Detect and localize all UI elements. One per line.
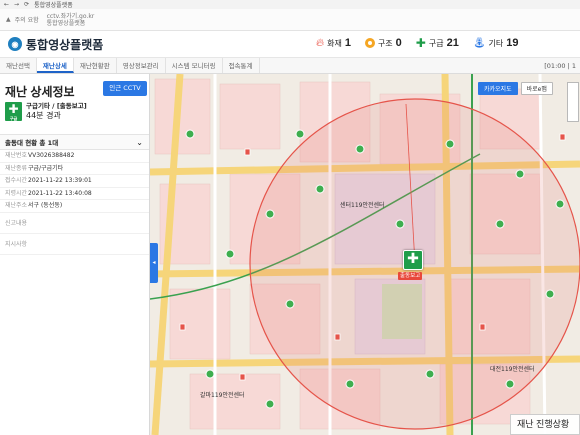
browser-tab-bar: ← → ⟳ 통합영상플랫폼 (0, 0, 580, 9)
elapsed-time: 44분 경과 (26, 111, 61, 120)
app-logo[interactable]: ◉ 통합영상플랫폼 (8, 36, 103, 53)
map-view[interactable]: 센터119안전센터 대전119안전센터 갈마119안전센터 (150, 74, 580, 435)
info-row-type: 재난종류 구급/구급기타 (0, 163, 149, 175)
logo-icon: ◉ (8, 37, 22, 51)
disaster-progress-panel[interactable]: 재난 진행상황 (510, 414, 580, 435)
panel-title: 재난 상세정보 (5, 85, 75, 99)
app-name: 통합영상플랫폼 (26, 37, 104, 52)
url-text[interactable]: cctv.좌가기.go.kr 통합영상플랫폼 (47, 13, 95, 27)
tab-disaster-detail[interactable]: 재난상세 (36, 58, 74, 73)
ems-cross-icon: ✚ 구급 (5, 102, 22, 121)
cross-icon: ✚ (415, 36, 426, 50)
dispatch-status-toggle[interactable]: 출동대 현황 총 1대 ⌄ (0, 134, 149, 150)
fire-icon: 🔥︎ (316, 36, 325, 49)
incident-location-marker[interactable]: ✚ (403, 250, 423, 270)
stat-other[interactable]: ⛲︎ 기타 19 (473, 37, 519, 49)
forward-icon[interactable]: → (14, 1, 19, 8)
info-row-instructions: 지시사항 (0, 234, 149, 255)
incident-marker-label: 출동보고 (398, 272, 423, 280)
place-label: 대전119안전센터 (490, 366, 535, 373)
info-row-address: 재난주소 서구 (동선동) (0, 200, 149, 213)
info-row-number: 재난번호 VV3026388482 (0, 150, 149, 163)
map-type-kakao-button[interactable]: 카카오지도 (478, 82, 518, 95)
tab-system-monitoring[interactable]: 시스템 모니터링 (166, 58, 223, 73)
stat-rescue[interactable]: 구조 0 (364, 37, 402, 49)
info-row-ordered: 지령시간 2021-11-22 13:40:08 (0, 188, 149, 200)
warning-icon: ▲ (6, 16, 11, 23)
info-row-received: 접수시간 2021-11-22 13:39:01 (0, 175, 149, 188)
incident-type: 구급기타 / [출동보고] (26, 102, 87, 110)
lifebuoy-icon (364, 38, 375, 48)
stat-fire[interactable]: 🔥︎ 화재 1 (316, 36, 351, 50)
tab-video-management[interactable]: 영상정보관리 (117, 58, 166, 73)
main-tabs: 재난선택 재난상세 재난현황판 영상정보관리 시스템 모니터링 접속통계 [01… (0, 58, 580, 74)
panel-collapse-toggle[interactable]: ◂ (150, 243, 158, 283)
app-header: ◉ 통합영상플랫폼 🔥︎ 화재 1 구조 0 ✚ 구급 21 ⛲︎ 기타 19 (0, 31, 580, 58)
incident-info-list: 재난번호 VV3026388482 재난종류 구급/구급기타 접수시간 2021-11… (0, 150, 149, 255)
reload-icon[interactable]: ⟳ (24, 1, 29, 8)
incident-stats: 🔥︎ 화재 1 구조 0 ✚ 구급 21 ⛲︎ 기타 19 (316, 36, 519, 50)
stat-ems[interactable]: ✚ 구급 21 (416, 36, 459, 50)
faucet-icon: ⛲︎ (472, 37, 486, 49)
back-icon[interactable]: ← (4, 1, 9, 8)
tab-access-stats[interactable]: 접속통계 (223, 58, 260, 73)
tab-disaster-select[interactable]: 재난선택 (0, 58, 37, 73)
zoom-control[interactable] (567, 82, 579, 122)
security-text: 주의 요함 (14, 17, 39, 24)
detail-panel: 재난 상세정보 인근 CCTV ✚ 구급 구급기타 / [출동보고] 44분 경과… (0, 74, 150, 435)
place-label: 갈마119안전센터 (200, 392, 245, 399)
browser-tab-title[interactable]: 통합영상플랫폼 (34, 0, 73, 9)
clock: [01:00 | 1 (544, 62, 576, 70)
map-type-baro-button[interactable]: 바로e맵 (520, 82, 553, 95)
chevron-down-icon: ⌄ (136, 138, 143, 147)
map-canvas (150, 74, 580, 435)
nearby-cctv-button[interactable]: 인근 CCTV (103, 81, 147, 96)
map-type-switcher: 카카오지도 바로e맵 (478, 82, 553, 95)
place-label: 센터119안전센터 (340, 202, 385, 209)
address-bar[interactable]: ▲ 주의 요함 cctv.좌가기.go.kr 통합영상플랫폼 (0, 9, 580, 31)
info-row-report: 신고내용 (0, 213, 149, 234)
tab-status-board[interactable]: 재난현황판 (74, 58, 117, 73)
incident-summary: ✚ 구급 구급기타 / [출동보고] 44분 경과 (5, 102, 87, 121)
